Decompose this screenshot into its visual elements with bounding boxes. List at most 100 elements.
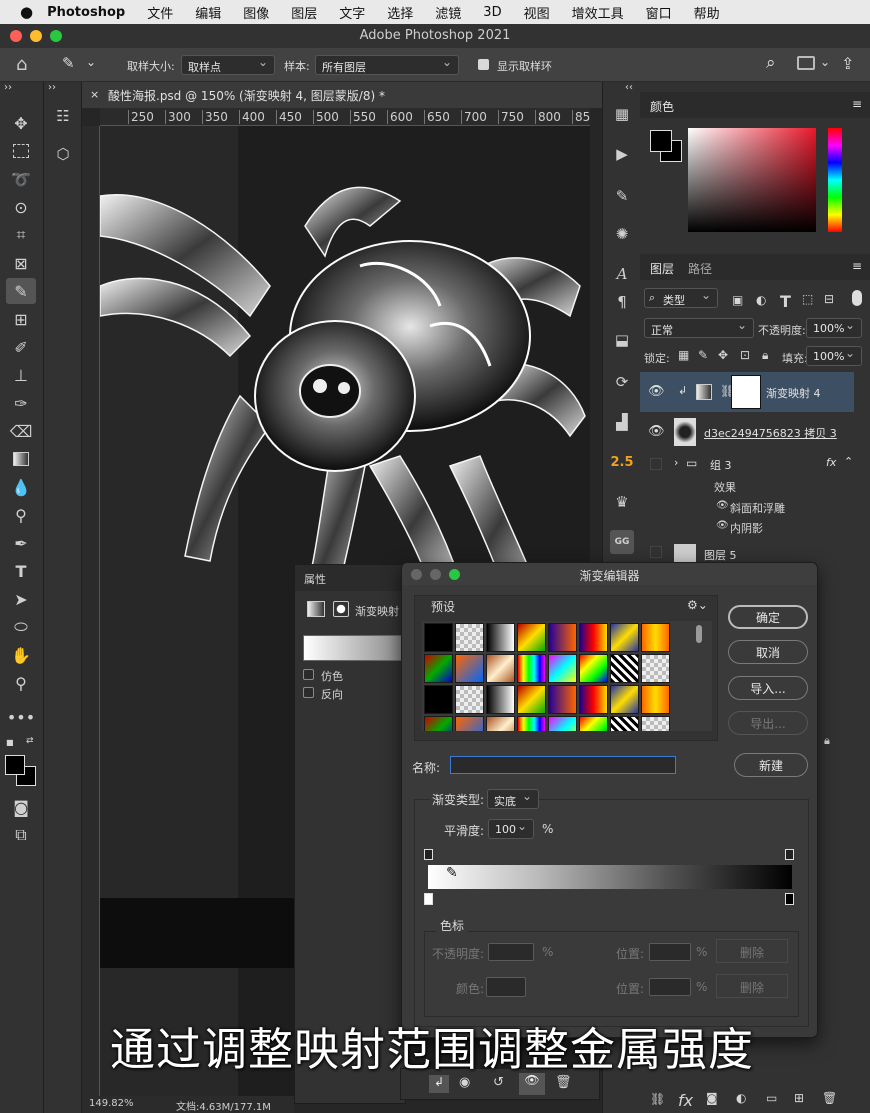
sample-size-select[interactable]: 取样点: [181, 55, 275, 75]
menu-select[interactable]: 选择: [387, 3, 413, 22]
gradient-preset-swatch[interactable]: [641, 623, 670, 652]
workspace-chevron-icon[interactable]: ⌄: [820, 55, 830, 69]
filter-type-icon[interactable]: T: [780, 292, 791, 311]
3d-panel-icon[interactable]: ⬡: [51, 142, 75, 166]
share-icon[interactable]: ⇪: [841, 54, 854, 73]
dodge-tool-icon[interactable]: ⚲: [6, 502, 36, 528]
add-style-icon[interactable]: fx: [678, 1091, 693, 1110]
tab-paths[interactable]: 路径: [688, 260, 712, 277]
visibility-off-box[interactable]: [650, 458, 662, 470]
gradient-preset-swatch[interactable]: [424, 654, 453, 683]
plugin-crown-icon[interactable]: ♛: [610, 490, 634, 514]
menu-view[interactable]: 视图: [524, 3, 550, 22]
menu-edit[interactable]: 编辑: [195, 3, 221, 22]
crop-tool-icon[interactable]: ⌗: [6, 222, 36, 248]
properties-panel-icon[interactable]: ☷: [51, 104, 75, 128]
filter-adjust-icon[interactable]: ◐: [756, 293, 766, 307]
gradient-tool-icon[interactable]: [6, 446, 36, 472]
gradient-preset-swatch[interactable]: [548, 716, 577, 731]
mask-icon[interactable]: [333, 601, 349, 617]
layer-row[interactable]: 👁︎ d3ec2494756823 拷贝 3: [640, 412, 854, 452]
opacity-stop-left[interactable]: [424, 849, 433, 860]
new-gradient-button[interactable]: 新建: [734, 753, 808, 777]
layer-row[interactable]: 图层 5: [640, 540, 854, 564]
zoom-level[interactable]: 149.82%: [89, 1098, 134, 1109]
expand-chevron-icon[interactable]: ›: [674, 456, 678, 469]
workspace-icon[interactable]: [797, 56, 815, 70]
default-colors-icon[interactable]: ■: [6, 738, 14, 747]
show-ring-checkbox[interactable]: [478, 59, 489, 70]
home-icon[interactable]: ⌂: [16, 54, 27, 75]
presets-gear-icon[interactable]: ⚙⌄: [687, 598, 708, 612]
lasso-tool-icon[interactable]: ➰: [6, 166, 36, 192]
eraser-tool-icon[interactable]: ⌫: [6, 418, 36, 444]
sample-select[interactable]: 所有图层: [315, 55, 459, 75]
menu-plugins[interactable]: 增效工具: [572, 3, 624, 22]
gradient-preset-swatch[interactable]: [579, 716, 608, 731]
cancel-button[interactable]: 取消: [728, 640, 808, 664]
quick-select-tool-icon[interactable]: ⊙: [6, 194, 36, 220]
new-adjustment-icon[interactable]: ◐: [736, 1091, 746, 1105]
filter-shape-icon[interactable]: ⬚: [802, 292, 813, 306]
gradient-preset-swatch[interactable]: [486, 623, 515, 652]
tab-layers[interactable]: 图层: [650, 260, 674, 277]
gradient-bar[interactable]: [428, 865, 792, 889]
gradient-preset-swatch[interactable]: [641, 716, 670, 731]
healing-tool-icon[interactable]: ⊞: [6, 306, 36, 332]
layer-mask-thumbnail[interactable]: [731, 375, 761, 409]
layer-name[interactable]: 渐变映射 4: [766, 385, 821, 401]
lock-transparent-icon[interactable]: ▦: [678, 348, 689, 362]
layer-thumbnail[interactable]: [674, 544, 696, 564]
gradient-preset-swatch[interactable]: [641, 685, 670, 714]
gradient-preset-swatch[interactable]: [486, 654, 515, 683]
opacity-stop-right[interactable]: [785, 849, 794, 860]
collapse-icon-2[interactable]: ››: [48, 82, 56, 93]
blur-tool-icon[interactable]: 💧: [6, 474, 36, 500]
adjustments-panel-icon[interactable]: ⟳: [610, 370, 634, 394]
eyedropper-icon[interactable]: ✎: [62, 54, 75, 72]
layer-row-selected[interactable]: 👁︎ ↲ ⛓ 渐变映射 4: [640, 372, 854, 412]
brush-tool-icon[interactable]: ✐: [6, 334, 36, 360]
import-button[interactable]: 导入...: [728, 676, 808, 700]
opacity-input[interactable]: 100%: [806, 318, 862, 338]
brushes-panel-icon[interactable]: ✺: [610, 222, 634, 246]
gradient-preset-swatch[interactable]: [424, 716, 453, 731]
menu-window[interactable]: 窗口: [646, 3, 672, 22]
character-panel-icon[interactable]: A: [610, 262, 634, 286]
link-layers-icon[interactable]: ⛓: [650, 1092, 665, 1106]
gradient-type-select[interactable]: 实底: [487, 789, 539, 809]
gradient-preset-swatch[interactable]: [424, 685, 453, 714]
ok-button[interactable]: 确定: [728, 605, 808, 629]
menu-photoshop[interactable]: Photoshop: [47, 5, 125, 20]
layer-name[interactable]: 图层 5: [704, 547, 737, 563]
filter-pixel-icon[interactable]: ▣: [732, 293, 743, 307]
menu-layer[interactable]: 图层: [291, 3, 317, 22]
filter-toggle-icon[interactable]: [852, 290, 862, 306]
search-icon[interactable]: ⌕: [766, 53, 776, 73]
foreground-color-swatch[interactable]: [5, 755, 25, 775]
ellipse-tool-icon[interactable]: ⬭: [6, 614, 36, 640]
close-tab-icon[interactable]: ×: [90, 88, 99, 101]
document-tab[interactable]: × 酸性海报.psd @ 150% (渐变映射 4, 图层蒙版/8) *: [82, 82, 602, 108]
add-mask-icon[interactable]: ◙: [706, 1091, 718, 1105]
color-stop-left[interactable]: [424, 893, 433, 905]
panel-menu-icon-2[interactable]: ≡: [852, 259, 862, 273]
tab-properties[interactable]: 属性: [304, 571, 326, 587]
layer-name[interactable]: 组 3: [710, 457, 732, 473]
gradient-preset-swatch[interactable]: [517, 623, 546, 652]
frame-tool-icon[interactable]: ⊠: [6, 250, 36, 276]
actions-panel-icon[interactable]: ▶: [610, 142, 634, 166]
lock-image-icon[interactable]: ✎: [698, 348, 708, 362]
brush-settings-icon[interactable]: ✎: [610, 184, 634, 208]
menu-filter[interactable]: 滤镜: [435, 3, 461, 22]
fill-input[interactable]: 100%: [806, 346, 862, 366]
type-tool-icon[interactable]: T: [6, 558, 36, 584]
gradient-preview[interactable]: [303, 635, 403, 661]
plugin-gg-icon[interactable]: GG: [610, 530, 634, 554]
menu-help[interactable]: 帮助: [694, 3, 720, 22]
marquee-tool-icon[interactable]: [6, 138, 36, 164]
collapse-icon[interactable]: ››: [4, 82, 12, 93]
zoom-tool-icon[interactable]: ⚲: [6, 670, 36, 696]
gradient-preset-swatch[interactable]: [548, 623, 577, 652]
effect-bevel-label[interactable]: 斜面和浮雕: [730, 500, 785, 516]
